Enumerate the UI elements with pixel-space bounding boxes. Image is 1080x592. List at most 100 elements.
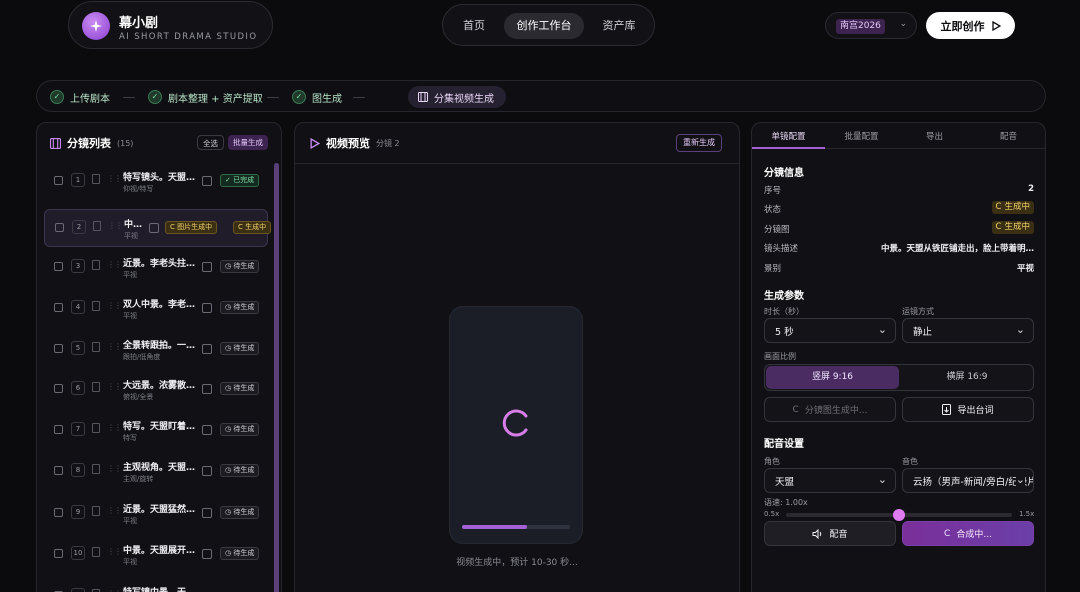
status-badge: ◷ 待生成 [220,423,260,436]
active-tab-indicator [752,147,825,149]
drag-handle-icon[interactable]: ⋮⋮ [107,464,122,474]
ratio-landscape[interactable]: 横屏 16:9 [902,366,1032,389]
trash-icon[interactable] [92,506,100,516]
loading-icon: C [944,528,951,539]
step-divider [353,97,365,98]
shot-row[interactable]: 5 ⋮⋮ 全景转跟拍。一… 跟拍/低角度 ◷ 待生成 [44,331,268,369]
trash-icon[interactable] [92,464,100,474]
shot-number: 7 [71,422,85,436]
timbre-select[interactable]: 云扬（男声-新闻/旁白/纪录片） ⌄ [902,468,1034,493]
check-icon: ✓ [292,90,306,104]
speed-max: 1.5x [1019,510,1035,518]
shot-subtitle: 平视 [124,232,138,240]
tab-batch[interactable]: 批量配置 [825,130,898,142]
role-label: 角色 [764,457,780,466]
step-label: 剧本整理 + 资产提取 [168,93,263,105]
document-icon [942,404,952,415]
shot-row[interactable]: 7 ⋮⋮ 特写。天盟盯着… 特写 ◷ 待生成 [44,412,268,450]
shot-row[interactable]: 3 ⋮⋮ 近景。李老头拄… 平视 ◷ 待生成 [44,249,268,287]
drag-handle-icon[interactable]: ⋮⋮ [107,301,122,311]
trash-icon[interactable] [92,174,100,184]
step-video[interactable]: 分集视频生成 [408,86,506,108]
drag-handle-icon[interactable]: ⋮⋮ [107,342,122,352]
trash-icon[interactable] [92,342,100,352]
shot-row[interactable]: 1 ⋮⋮ 特写镜头。天盟… 仰视/特写 ✓ 已完成 [44,163,268,201]
drag-handle-icon[interactable]: ⋮⋮ [107,506,122,516]
duration-select[interactable]: 5 秒 ⌄ [764,318,896,343]
slider-handle[interactable] [893,509,905,521]
shot-number: 10 [71,546,85,560]
compose-button[interactable]: C 合成中... [902,521,1034,546]
trash-icon[interactable] [92,547,100,557]
row-checkbox[interactable] [54,508,63,517]
tab-export[interactable]: 导出 [898,130,971,142]
row-checkbox[interactable] [54,344,63,353]
nav-home[interactable]: 首页 [453,13,495,39]
drag-handle-icon[interactable]: ⋮⋮ [107,382,122,392]
image-icon [149,223,159,233]
row-checkbox[interactable] [54,466,63,475]
shot-row[interactable]: 10 ⋮⋮ 中景。天盟展开… 平视 ◷ 待生成 [44,536,268,574]
shot-row[interactable]: 2 ⋮⋮ 中… 平视 C 图片生成中 C 生成中 [44,209,272,247]
dub-button[interactable]: 配音 [764,521,896,546]
loading-spinner-icon [502,409,528,437]
section-title: 配音设置 [764,439,804,450]
motion-select[interactable]: 静止 ⌄ [902,318,1034,343]
row-checkbox[interactable] [54,176,63,185]
ratio-portrait[interactable]: 竖屏 9:16 [766,366,899,389]
app-logo[interactable]: 幕小剧 AI SHORT DRAMA STUDIO [68,1,273,49]
tab-dubbing[interactable]: 配音 [972,130,1045,142]
trash-icon[interactable] [92,301,100,311]
row-checkbox[interactable] [54,384,63,393]
tab-single-shot[interactable]: 单镜配置 [752,130,825,142]
trash-icon[interactable] [92,423,100,433]
shot-row[interactable]: 6 ⋮⋮ 大远景。浓雾散… 俯视/全景 ◷ 待生成 [44,371,268,409]
status-badge: ◷ 待生成 [220,506,260,519]
drag-handle-icon[interactable]: ⋮⋮ [108,221,123,231]
trash-icon[interactable] [92,260,100,270]
step-image[interactable]: ✓ 图生成 [292,87,342,107]
step-upload[interactable]: ✓ 上传剧本 [50,87,110,107]
shot-number: 5 [71,341,85,355]
app-name: 幕小剧 [119,16,159,31]
shot-subtitle: 跟拍/低角度 [123,353,161,361]
loading-icon: C [792,404,799,415]
row-checkbox[interactable] [55,223,64,232]
status-badge: ◷ 待生成 [220,342,260,355]
drag-handle-icon[interactable]: ⋮⋮ [107,260,122,270]
export-lines-button[interactable]: 导出台词 [902,397,1034,422]
duration-label: 时长（秒） [764,307,804,316]
drag-handle-icon[interactable]: ⋮⋮ [107,423,122,433]
preview-header: 视频预览 分镜 2 [310,135,400,151]
speed-slider[interactable] [786,509,1012,521]
create-now-button[interactable]: 立即创作 [926,12,1015,39]
nav-workbench[interactable]: 创作工作台 [504,13,584,39]
shot-row[interactable]: 4 ⋮⋮ 双人中景。李老… 平视 ◷ 待生成 [44,290,268,328]
status-badge: ◷ 待生成 [220,464,260,477]
role-select[interactable]: 天盟 ⌄ [764,468,896,493]
chevron-down-icon: ⌄ [1015,323,1025,336]
generate-storyboard-button[interactable]: C 分镜图生成中... [764,397,896,422]
row-checkbox[interactable] [54,262,63,271]
drag-handle-icon[interactable]: ⋮⋮ [107,547,122,557]
info-shot-scale: 景别 平视 [764,264,1034,274]
chevron-down-icon: ⌄ [877,473,887,486]
play-icon [991,20,1001,31]
regenerate-button[interactable]: 重新生成 [676,134,722,152]
video-player[interactable] [449,306,583,544]
batch-generate-button[interactable]: 批量生成 [228,135,268,150]
trash-icon[interactable] [93,221,101,231]
shot-row[interactable]: 8 ⋮⋮ 主观视角。天盟… 主观/旋转 ◷ 待生成 [44,453,268,491]
row-checkbox[interactable] [54,549,63,558]
shot-row[interactable]: 9 ⋮⋮ 近景。天盟猛然… 平视 ◷ 待生成 [44,495,268,533]
nav-assets[interactable]: 资产库 [593,13,645,39]
row-checkbox[interactable] [54,425,63,434]
project-selector[interactable]: 南宫2026 ⌄ [825,12,917,39]
select-all-button[interactable]: 全选 [197,135,224,150]
trash-icon[interactable] [92,382,100,392]
row-checkbox[interactable] [54,303,63,312]
step-script[interactable]: ✓ 剧本整理 + 资产提取 [148,87,263,107]
drag-handle-icon[interactable]: ⋮⋮ [107,174,122,184]
shot-row[interactable]: 11⋮⋮特写镜中景。天… [44,578,268,592]
scrollbar[interactable] [274,163,279,592]
